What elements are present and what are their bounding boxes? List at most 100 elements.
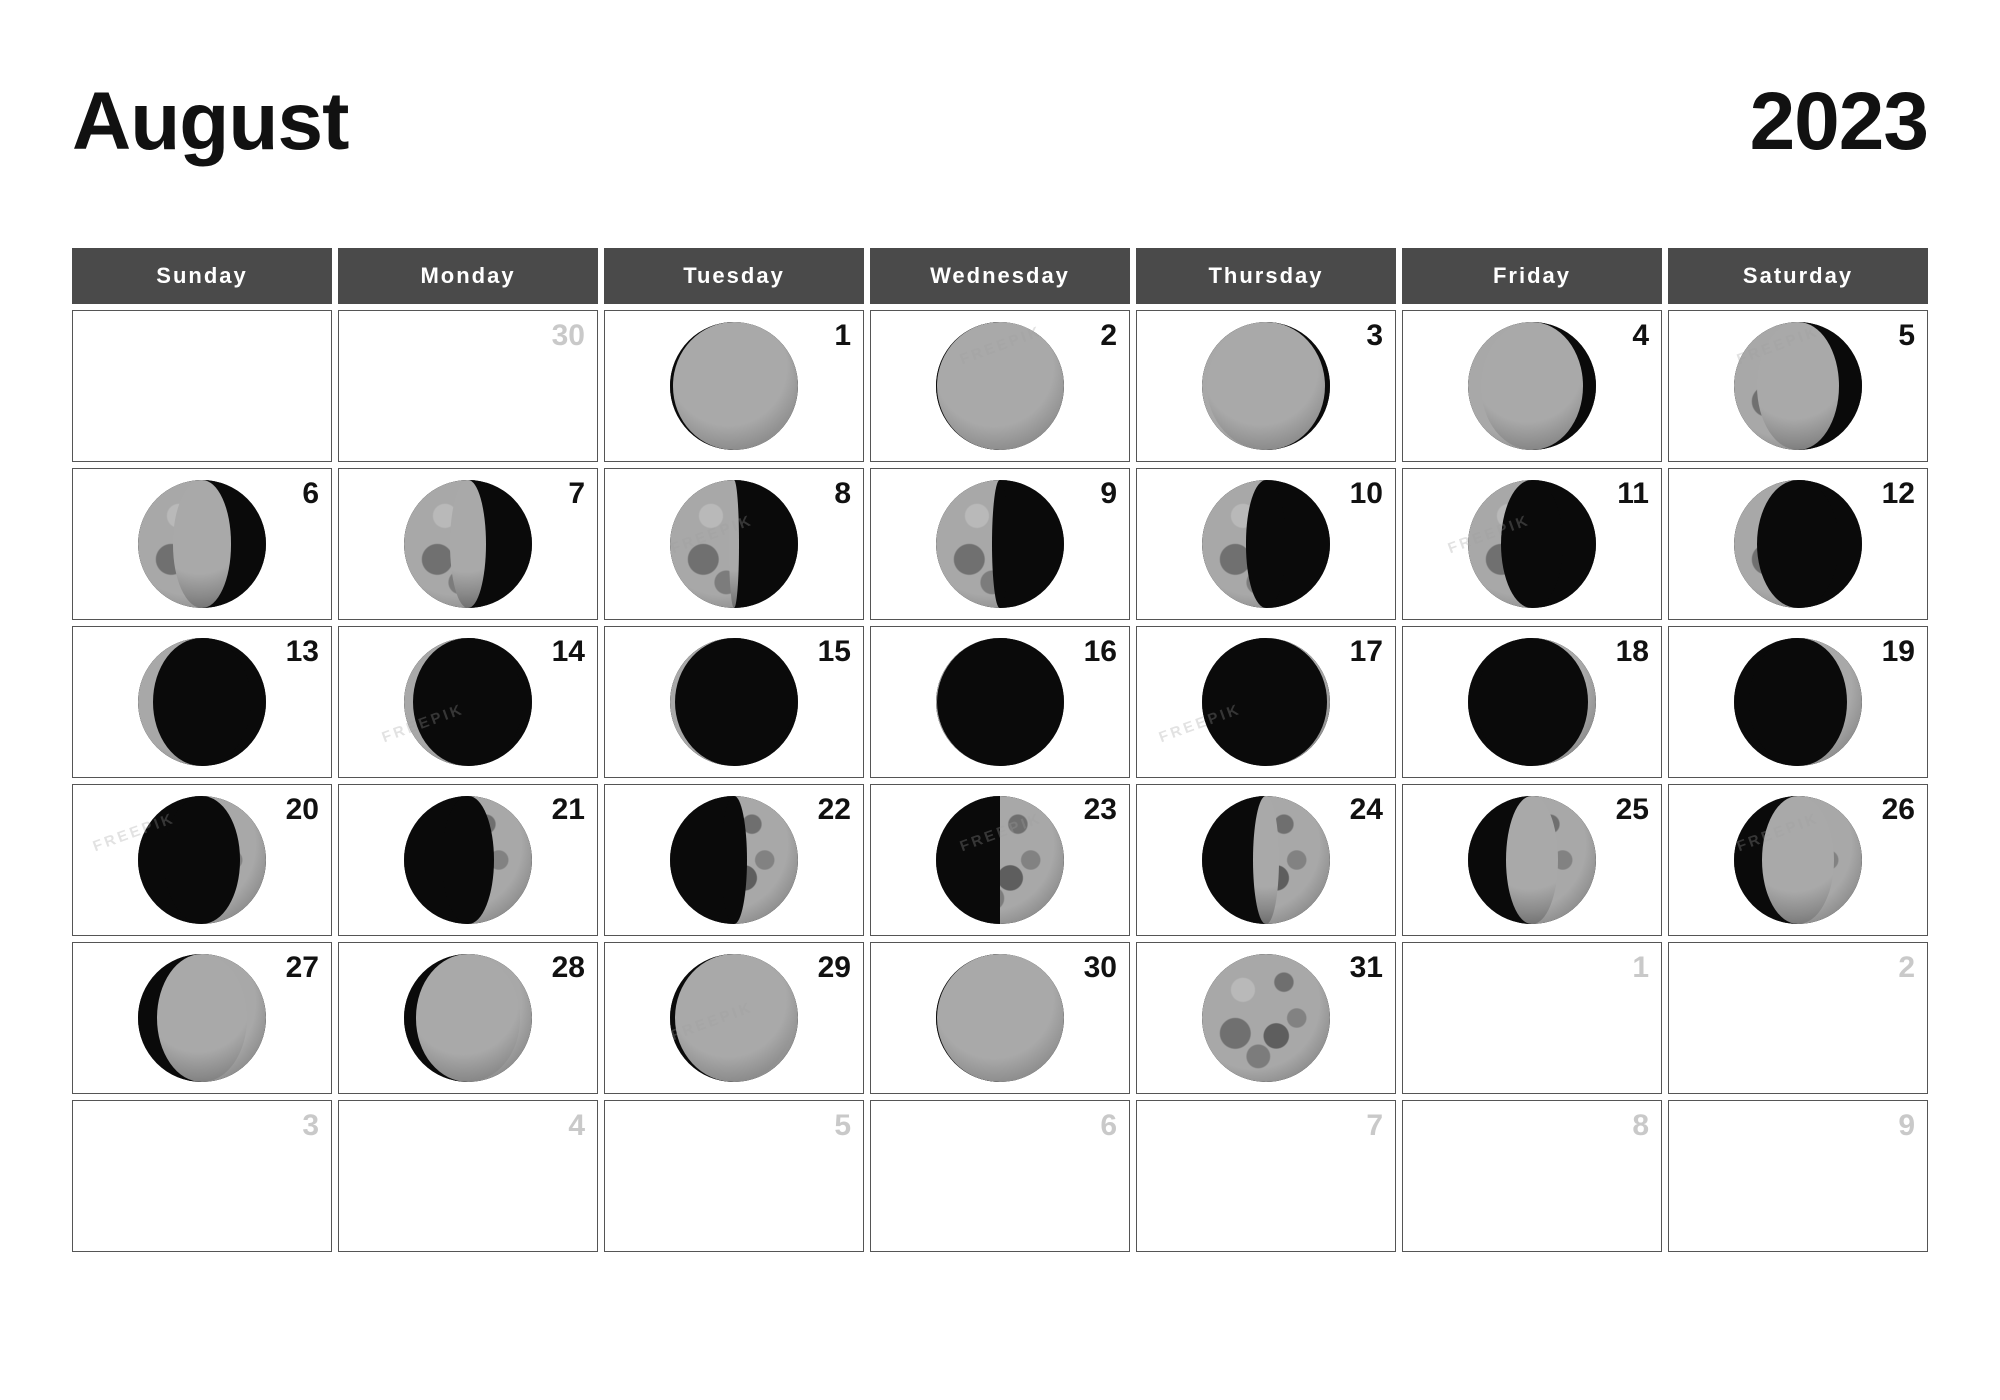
- moon-terminator: [442, 796, 494, 924]
- moon-disc: [404, 954, 532, 1082]
- moon-phase-waxing-gibbous: [605, 311, 863, 461]
- moon-terminator: [1245, 480, 1287, 608]
- moon-terminator: [1506, 796, 1558, 924]
- day-cell[interactable]: 5 FREEPIK: [1668, 310, 1928, 462]
- day-cell[interactable]: 9: [1668, 1100, 1928, 1252]
- moon-disc: [1202, 638, 1330, 766]
- day-cell[interactable]: 27: [72, 942, 332, 1094]
- day-cell[interactable]: 25: [1402, 784, 1662, 936]
- day-number: 1: [834, 319, 851, 352]
- day-cell[interactable]: 26 FREEPIK: [1668, 784, 1928, 936]
- day-cell[interactable]: 20 FREEPIK: [72, 784, 332, 936]
- day-cell[interactable]: [72, 310, 332, 462]
- calendar-week-row: 3 4 5 6 7 8 9: [72, 1100, 1928, 1252]
- moon-terminator: [1749, 638, 1847, 766]
- moon-terminator: [728, 480, 740, 608]
- day-number: 31: [1349, 951, 1383, 984]
- day-number: 8: [1632, 1109, 1649, 1142]
- moon-terminator: [1480, 322, 1584, 450]
- moon-phase-full-moon: [871, 311, 1129, 461]
- moon-terminator: [1207, 322, 1325, 450]
- day-cell[interactable]: 12: [1668, 468, 1928, 620]
- day-number: 1: [1632, 951, 1649, 984]
- day-number: 14: [551, 635, 585, 668]
- moon-disc: [1734, 322, 1862, 450]
- moon-disc: [670, 796, 798, 924]
- day-cell[interactable]: 6: [72, 468, 332, 620]
- day-cell[interactable]: 1: [604, 310, 864, 462]
- day-cell[interactable]: 30: [338, 310, 598, 462]
- day-cell[interactable]: 1: [1402, 942, 1662, 1094]
- day-cell[interactable]: 30: [870, 942, 1130, 1094]
- day-cell[interactable]: 21: [338, 784, 598, 936]
- weekday-header-monday: Monday: [338, 248, 598, 304]
- day-cell[interactable]: 24: [1136, 784, 1396, 936]
- moon-disc: [404, 638, 532, 766]
- moon-disc: [1734, 480, 1862, 608]
- moon-terminator: [163, 796, 241, 924]
- day-cell[interactable]: 19: [1668, 626, 1928, 778]
- day-number: 11: [1617, 477, 1649, 510]
- calendar-week-row: 13 14 FREEPIK 15 16 17 FREEPIK 18 19: [72, 626, 1928, 778]
- day-cell[interactable]: 5: [604, 1100, 864, 1252]
- day-cell[interactable]: 8 FREEPIK: [604, 468, 864, 620]
- day-cell[interactable]: 6: [870, 1100, 1130, 1252]
- calendar-page: August 2023 Sunday Monday Tuesday Wednesday…: [0, 0, 2000, 1400]
- day-cell[interactable]: 4: [338, 1100, 598, 1252]
- day-cell[interactable]: 8: [1402, 1100, 1662, 1252]
- day-cell[interactable]: 31: [1136, 942, 1396, 1094]
- day-cell[interactable]: 17 FREEPIK: [1136, 626, 1396, 778]
- moon-disc: [1468, 322, 1596, 450]
- moon-terminator: [412, 638, 524, 766]
- day-cell[interactable]: 13: [72, 626, 332, 778]
- moon-disc: [1468, 796, 1596, 924]
- day-cell[interactable]: 2 FREEPIK: [870, 310, 1130, 462]
- weekday-header-sunday: Sunday: [72, 248, 332, 304]
- moon-disc: [936, 638, 1064, 766]
- moon-terminator: [937, 322, 1063, 450]
- weekday-header-row: Sunday Monday Tuesday Wednesday Thursday Frid…: [72, 248, 1928, 304]
- day-cell[interactable]: 15: [604, 626, 864, 778]
- day-cell[interactable]: 16: [870, 626, 1130, 778]
- day-number: 7: [568, 477, 585, 510]
- day-number: 9: [1100, 477, 1117, 510]
- moon-phase-waning-gibbous: [1137, 311, 1395, 461]
- moon-terminator: [1757, 322, 1839, 450]
- moon-disc: [670, 638, 798, 766]
- moon-disc: [1468, 480, 1596, 608]
- day-cell[interactable]: 18: [1402, 626, 1662, 778]
- day-cell[interactable]: 22: [604, 784, 864, 936]
- day-number: 4: [568, 1109, 585, 1142]
- moon-disc: [1202, 480, 1330, 608]
- day-number: 30: [1083, 951, 1117, 984]
- day-cell[interactable]: 7: [338, 468, 598, 620]
- moon-terminator: [1475, 638, 1589, 766]
- day-cell[interactable]: 29 FREEPIK: [604, 942, 864, 1094]
- moon-disc: [1734, 638, 1862, 766]
- moon-disc: [1202, 322, 1330, 450]
- day-cell[interactable]: 10: [1136, 468, 1396, 620]
- day-number: 27: [285, 951, 319, 984]
- day-cell[interactable]: 9: [870, 468, 1130, 620]
- moon-terminator: [1762, 796, 1834, 924]
- day-cell[interactable]: 28: [338, 942, 598, 1094]
- moon-terminator: [672, 322, 796, 450]
- day-number: 15: [817, 635, 851, 668]
- day-cell[interactable]: 3: [1136, 310, 1396, 462]
- moon-terminator: [157, 954, 247, 1082]
- moon-disc: [1202, 954, 1330, 1082]
- day-cell[interactable]: 4: [1402, 310, 1662, 462]
- moon-terminator: [1757, 480, 1839, 608]
- day-cell[interactable]: 2: [1668, 942, 1928, 1094]
- moon-phase-waning-gibbous: [339, 469, 597, 619]
- day-number: 26: [1881, 793, 1915, 826]
- moon-phase-waning-gibbous: [73, 469, 331, 619]
- year-title: 2023: [1749, 76, 1929, 167]
- day-cell[interactable]: 23 FREEPIK: [870, 784, 1130, 936]
- day-cell[interactable]: 14 FREEPIK: [338, 626, 598, 778]
- moon-shadow-half: [936, 796, 1000, 924]
- day-cell[interactable]: 7: [1136, 1100, 1396, 1252]
- day-cell[interactable]: 3: [72, 1100, 332, 1252]
- day-cell[interactable]: 11 FREEPIK: [1402, 468, 1662, 620]
- moon-disc: [404, 796, 532, 924]
